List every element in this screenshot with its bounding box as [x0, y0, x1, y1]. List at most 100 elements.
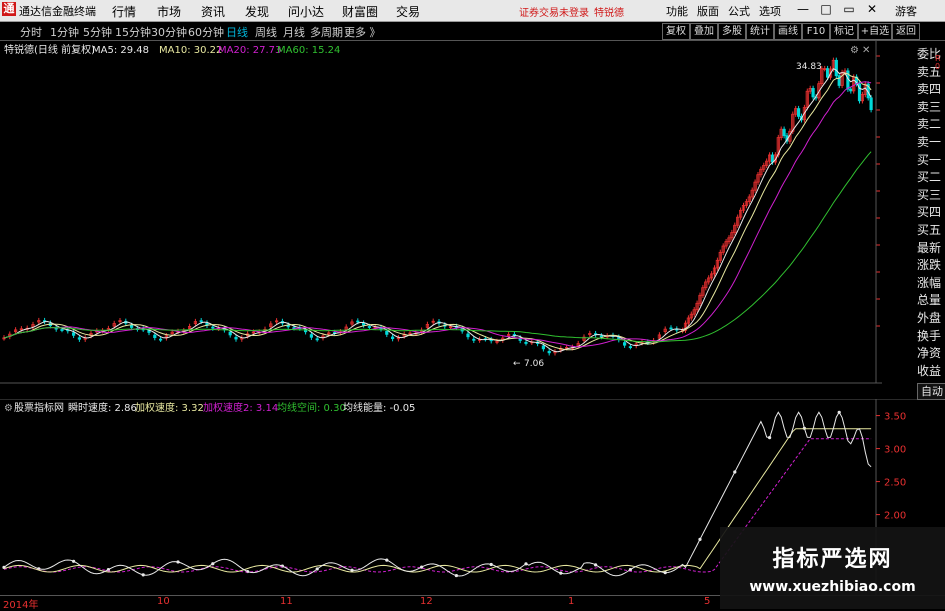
period-weekly[interactable]: 周线: [255, 24, 277, 40]
menu-discover[interactable]: 发现: [245, 3, 269, 20]
side-item[interactable]: 买二: [917, 170, 945, 185]
indicator-tick-label: 2.00: [884, 511, 906, 522]
candle-body: [158, 338, 163, 341]
menu-functions[interactable]: 功能: [666, 3, 688, 19]
minimize-icon[interactable]: —: [795, 2, 811, 16]
draw-line-button[interactable]: 画线: [774, 23, 802, 40]
menu-wealth[interactable]: 财富圈: [342, 3, 378, 20]
period-multi[interactable]: 多周期: [310, 24, 343, 40]
high-price-label: 34.83: [796, 62, 822, 72]
watermark: 指标严选网 www.xuezhibiao.com: [720, 527, 945, 609]
side-item[interactable]: 涨跌: [917, 258, 945, 273]
period-30min[interactable]: 30分钟: [151, 24, 187, 40]
auto-button[interactable]: 自动: [917, 383, 945, 400]
candle-body: [60, 329, 64, 331]
maximize-icon[interactable]: ▭: [841, 2, 857, 16]
app-logo-icon: 通: [2, 2, 16, 16]
adjust-button[interactable]: 复权: [662, 23, 690, 40]
overlay-button[interactable]: 叠加: [690, 23, 718, 40]
period-daily[interactable]: 日线: [226, 24, 248, 40]
side-item[interactable]: 卖一: [917, 135, 945, 150]
weighted-speed-legend: 加权速度: 3.32: [135, 401, 204, 414]
candle-body: [367, 326, 372, 328]
title-bar: 通 通达信金融终端 行情 市场 资讯 发现 问小达 财富圈 交易 证券交易未登录…: [0, 0, 945, 22]
side-item[interactable]: 卖三: [917, 100, 945, 115]
period-60min[interactable]: 60分钟: [188, 24, 224, 40]
side-item[interactable]: 换手: [917, 329, 945, 344]
side-item[interactable]: 买一: [917, 153, 945, 168]
add-favorite-button[interactable]: +自选: [858, 23, 892, 40]
kline-chart[interactable]: 特锐德(日线 前复权) MA5: 29.48 MA10: 30.22 MA20:…: [0, 41, 882, 395]
period-monthly[interactable]: 月线: [283, 24, 305, 40]
app-title: 通达信金融终端: [19, 5, 96, 18]
login-notice[interactable]: 证券交易未登录: [519, 4, 589, 19]
date-label: 5: [704, 596, 711, 607]
menu-market[interactable]: 行情: [112, 3, 136, 20]
side-item[interactable]: 买五: [917, 223, 945, 238]
close-panel-icon[interactable]: ✕: [862, 45, 870, 56]
side-item[interactable]: 买三: [917, 188, 945, 203]
restore-icon[interactable]: □: [818, 2, 834, 16]
period-15min[interactable]: 15分钟: [115, 24, 151, 40]
side-item[interactable]: 涨幅: [917, 276, 945, 291]
side-item[interactable]: 卖二: [917, 117, 945, 132]
stats-button[interactable]: 统计: [746, 23, 774, 40]
side-item[interactable]: 净资: [917, 346, 945, 361]
f10-button[interactable]: F10: [802, 23, 830, 40]
side-item[interactable]: 卖五: [917, 65, 945, 80]
period-toolbar: 分时 1分钟 5分钟 15分钟 30分钟 60分钟 日线 周线 月线 多周期 更…: [0, 22, 945, 41]
candle-body: [356, 320, 360, 323]
indicator-tick-label: 2.50: [884, 478, 906, 489]
candle-body: [309, 334, 314, 338]
watermark-title: 指标严选网: [772, 547, 893, 572]
candle-body: [466, 333, 470, 338]
menu-options[interactable]: 选项: [759, 3, 781, 19]
candle-body: [849, 88, 853, 92]
candle-body: [72, 332, 76, 336]
side-item[interactable]: 总量: [917, 293, 945, 308]
mark-button[interactable]: 标记: [830, 23, 858, 40]
r-indicator-value: 0: [935, 62, 941, 71]
candle-body: [153, 334, 157, 339]
candle-body: [524, 342, 528, 344]
candle-body: [623, 342, 627, 346]
candle-body: [199, 320, 203, 323]
menu-markets[interactable]: 市场: [157, 3, 181, 20]
period-5min[interactable]: 5分钟: [83, 24, 112, 40]
ma10-legend: MA10: 30.22: [159, 45, 222, 56]
ma60-legend: MA60: 15.24: [277, 45, 340, 56]
period-more[interactable]: 更多 》: [344, 24, 381, 40]
ma5-legend: MA5: 29.48: [92, 45, 149, 56]
settings-icon[interactable]: ⚙: [850, 45, 859, 56]
candle-body: [234, 337, 238, 340]
indicator-settings-icon[interactable]: ⚙: [4, 403, 13, 414]
candle-body: [599, 335, 604, 338]
menu-formula[interactable]: 公式: [728, 3, 750, 19]
side-item[interactable]: 买四: [917, 205, 945, 220]
date-label: 12: [420, 596, 433, 607]
menu-trade[interactable]: 交易: [396, 3, 420, 20]
multi-stock-button[interactable]: 多股: [718, 23, 746, 40]
candle-body: [826, 68, 830, 78]
side-item[interactable]: 外盘: [917, 311, 945, 326]
menu-layout[interactable]: 版面: [697, 3, 719, 19]
candle-body: [547, 350, 551, 354]
side-item[interactable]: 卖四: [917, 82, 945, 97]
indicator-tick-label: 3.00: [884, 445, 906, 456]
guest-label[interactable]: 游客: [895, 3, 917, 19]
candle-body: [869, 97, 873, 111]
menu-news[interactable]: 资讯: [201, 3, 225, 20]
period-1min[interactable]: 1分钟: [50, 24, 79, 40]
menu-ask[interactable]: 问小达: [288, 3, 324, 20]
candle-body: [361, 322, 366, 326]
candle-body: [211, 326, 215, 329]
candle-body: [472, 338, 476, 341]
close-icon[interactable]: ✕: [864, 2, 880, 16]
candle-body: [834, 59, 838, 77]
indicator-tick-label: 3.50: [884, 412, 906, 423]
period-tick[interactable]: 分时: [20, 24, 42, 40]
back-button[interactable]: 返回: [892, 23, 920, 40]
side-item[interactable]: 最新: [917, 241, 945, 256]
side-item[interactable]: 收益: [917, 364, 945, 379]
current-stock-name: 特锐德: [594, 8, 624, 19]
